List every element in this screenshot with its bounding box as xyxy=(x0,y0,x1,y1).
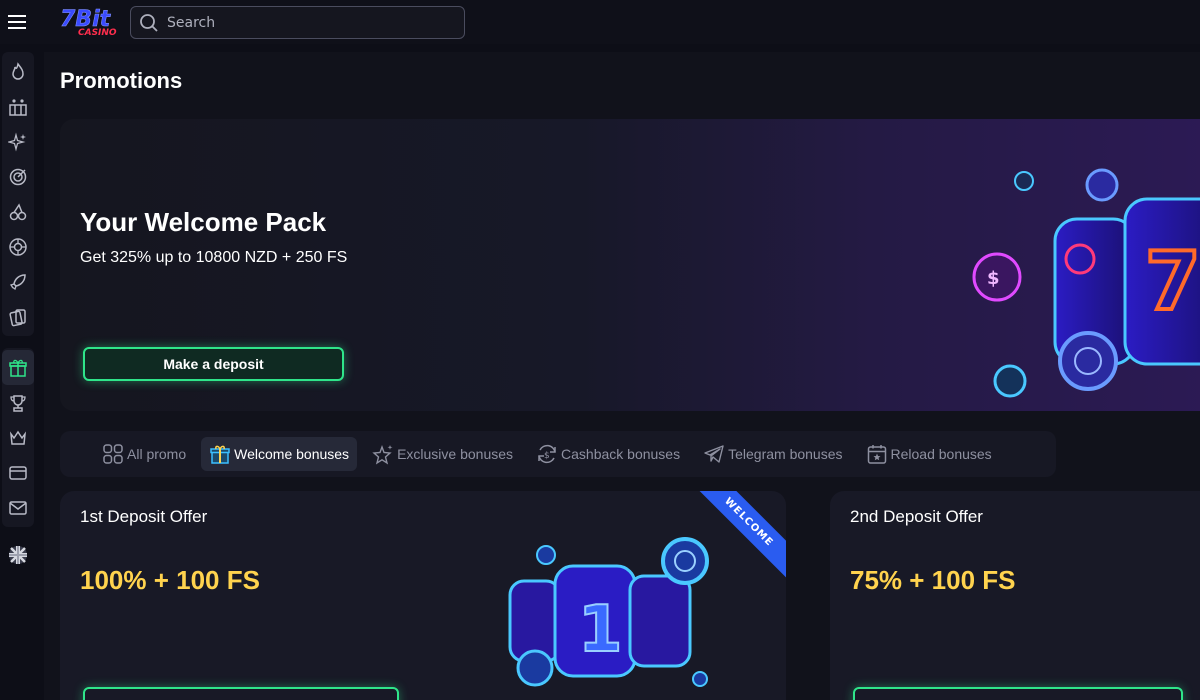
menu-button[interactable] xyxy=(0,0,34,44)
trophy-icon xyxy=(10,394,26,412)
tab-label: Exclusive bonuses xyxy=(397,446,514,462)
sidebar-item-slots[interactable] xyxy=(2,89,34,124)
sidebar-item-payments[interactable] xyxy=(2,455,34,490)
tab-all-promo[interactable]: All promo xyxy=(94,437,194,471)
top-header: 7Bit CASINO xyxy=(0,0,1200,44)
card-offer-value: 100% + 100 FS xyxy=(80,565,260,595)
card-title: 1st Deposit Offer xyxy=(80,507,208,526)
uk-flag-icon xyxy=(9,546,27,564)
sidebar-item-promotions[interactable] xyxy=(2,350,34,385)
tab-label: Telegram bonuses xyxy=(728,446,843,462)
sidebar-item-popular[interactable] xyxy=(2,54,34,89)
logo-casino: CASINO xyxy=(78,28,117,38)
tab-welcome-bonuses[interactable]: Welcome bonuses xyxy=(201,437,358,471)
card-offer-value: 75% + 100 FS xyxy=(850,565,1016,595)
search-input[interactable] xyxy=(167,14,447,31)
tab-reload-bonuses[interactable]: Reload bonuses xyxy=(858,437,1000,471)
language-selector[interactable] xyxy=(2,539,34,571)
slot-machine-illustration: 7 $ xyxy=(972,168,1200,398)
tab-telegram-bonuses[interactable]: Telegram bonuses xyxy=(695,437,850,471)
star-icon xyxy=(372,444,393,465)
telegram-icon xyxy=(704,445,724,463)
sidebar-account-group xyxy=(2,348,34,527)
search-box[interactable] xyxy=(130,6,465,39)
cashback-icon: $ xyxy=(538,444,556,464)
gift-icon xyxy=(210,445,230,464)
tab-label: All promo xyxy=(127,446,187,462)
search-icon xyxy=(140,13,158,32)
card-action-button[interactable] xyxy=(853,687,1183,700)
tab-exclusive-bonuses[interactable]: Exclusive bonuses xyxy=(364,437,521,471)
promo-tabs: All promo Welcome bonuses Exclusive bonu… xyxy=(60,431,1056,477)
sidebar-games-group xyxy=(2,52,34,336)
roulette-icon xyxy=(9,237,27,256)
svg-text:1: 1 xyxy=(578,593,623,667)
rocket-icon xyxy=(9,273,26,290)
casino-logo[interactable]: 7Bit CASINO xyxy=(58,4,120,40)
cherry-icon xyxy=(9,202,27,220)
sidebar-item-roulette[interactable] xyxy=(2,229,34,264)
mail-icon xyxy=(9,500,27,515)
sidebar-item-support[interactable] xyxy=(2,490,34,525)
promo-card-second-deposit[interactable]: 2nd Deposit Offer 75% + 100 FS xyxy=(830,491,1200,700)
banner-title: Your Welcome Pack xyxy=(80,207,327,237)
card-action-button[interactable] xyxy=(83,687,399,700)
grid-icon xyxy=(103,444,123,464)
make-deposit-button[interactable]: Make a deposit xyxy=(83,347,344,381)
page-title: Promotions xyxy=(60,68,183,93)
tab-label: Welcome bonuses xyxy=(234,446,350,462)
banner-subtitle: Get 325% up to 10800 NZD + 250 FS xyxy=(80,249,348,266)
sidebar-item-table[interactable] xyxy=(2,299,34,334)
sparkles-icon xyxy=(8,132,26,151)
sidebar-item-new[interactable] xyxy=(2,124,34,159)
svg-text:$: $ xyxy=(544,451,550,461)
promo-card-first-deposit[interactable]: 1st Deposit Offer 100% + 100 FS WELCOME … xyxy=(60,491,786,700)
sidebar-item-target[interactable] xyxy=(2,159,34,194)
welcome-banner: Your Welcome Pack Get 325% up to 10800 N… xyxy=(60,119,1200,411)
calendar-star-icon xyxy=(867,445,886,464)
sidebar-item-tournaments[interactable] xyxy=(2,385,34,420)
main-content: Promotions Your Welcome Pack Get 325% up… xyxy=(44,52,1200,700)
crown-icon xyxy=(9,430,27,445)
gift-icon xyxy=(9,359,27,377)
card-payment-icon xyxy=(9,465,27,480)
sidebar-item-crash[interactable] xyxy=(2,264,34,299)
tab-cashback-bonuses[interactable]: $ Cashback bonuses xyxy=(528,437,688,471)
hamburger-icon xyxy=(8,15,26,29)
tab-label: Cashback bonuses xyxy=(561,446,681,462)
svg-text:$: $ xyxy=(987,268,1000,289)
fire-icon xyxy=(12,61,24,80)
sidebar-item-vip[interactable] xyxy=(2,420,34,455)
sidebar xyxy=(0,52,34,571)
svg-text:7: 7 xyxy=(1145,235,1200,328)
target-icon xyxy=(9,168,27,185)
sidebar-item-fruits[interactable] xyxy=(2,194,34,229)
reel-illustration: 1 xyxy=(508,537,709,687)
tab-label: Reload bonuses xyxy=(890,446,992,462)
card-title: 2nd Deposit Offer xyxy=(850,507,983,526)
cards-icon xyxy=(9,308,26,326)
slots-icon xyxy=(9,98,27,116)
